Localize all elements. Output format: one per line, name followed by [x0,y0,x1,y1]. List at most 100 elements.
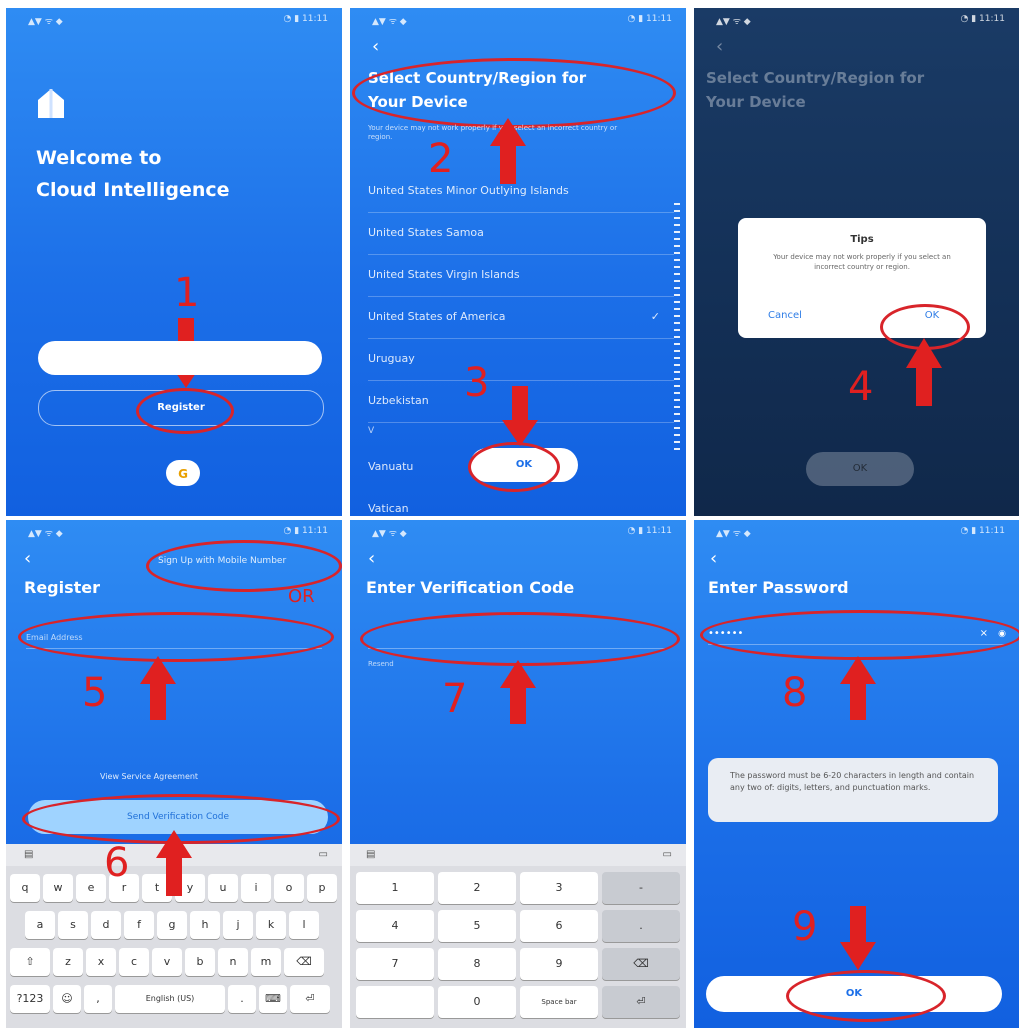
numeric-key[interactable]: 8 [438,948,516,980]
keyboard-key[interactable]: , [84,985,112,1013]
highlight-ellipse [360,612,680,666]
resend-link[interactable]: Resend [368,660,394,668]
emoji-keyboard-icon[interactable]: ▤ [24,844,33,866]
keyboard-key[interactable]: s [58,911,88,939]
up-arrow-icon [500,660,536,724]
numeric-key[interactable]: 7 [356,948,434,980]
register-screen: ▲▼ ᯤ ◆ ◔ ▮ 11:11 ‹ Sign Up with Mobile Nu… [6,520,342,1028]
keyboard-key[interactable]: j [223,911,253,939]
google-login-button[interactable]: G [166,460,200,486]
numeric-key[interactable]: - [602,872,680,904]
numeric-key[interactable]: 4 [356,910,434,942]
keyboard-key[interactable]: m [251,948,281,976]
country-list-item[interactable]: United States Samoa [368,212,674,255]
country-list-item[interactable]: Vatican [368,488,674,516]
numeric-key[interactable]: ⏎ [602,986,680,1018]
keyboard-key[interactable]: ☺ [53,985,81,1013]
numeric-key[interactable]: 5 [438,910,516,942]
country-list-item[interactable]: Uruguay [368,338,674,381]
keyboard-key[interactable]: n [218,948,248,976]
cancel-button[interactable]: Cancel [768,310,802,321]
google-icon: G [178,467,188,481]
keyboard-key[interactable]: English (US) [115,985,225,1013]
keyboard-key[interactable]: l [289,911,319,939]
numeric-key[interactable]: 3 [520,872,598,904]
keyboard-key[interactable]: q [10,874,40,902]
numeric-key[interactable]: 9 [520,948,598,980]
status-bar: ▲▼ ᯤ ◆ ◔ ▮ 11:11 [716,526,1005,539]
country-list-item-selected[interactable]: United States of America ✓ [368,296,674,339]
keyboard-key[interactable]: i [241,874,271,902]
dialog-text: Your device may not work properly if you… [773,253,951,271]
keyboard-key[interactable]: u [208,874,238,902]
back-chevron-icon[interactable]: ‹ [368,548,375,569]
step-number-1: 1 [174,270,200,316]
keyboard-key[interactable]: k [256,911,286,939]
keyboard-key[interactable]: g [157,911,187,939]
keyboard-key[interactable]: h [190,911,220,939]
numeric-key[interactable]: 1 [356,872,434,904]
up-arrow-icon [156,830,192,896]
keyboard-key[interactable]: x [86,948,116,976]
highlight-ellipse [700,610,1019,660]
keyboard-key[interactable]: a [25,911,55,939]
service-agreement-link[interactable]: View Service Agreement [100,772,198,781]
keyboard-key[interactable]: ?123 [10,985,50,1013]
back-chevron-icon[interactable]: ‹ [716,36,723,57]
status-bar: ▲▼ ᯤ ◆ ◔ ▮ 11:11 [372,14,672,27]
down-arrow-icon [502,386,538,446]
numeric-key[interactable] [356,986,434,1018]
numeric-key[interactable]: ⌫ [602,948,680,980]
keyboard-key[interactable]: v [152,948,182,976]
keyboard-key[interactable]: . [228,985,256,1013]
welcome-screen: ▲▼ ᯤ ◆ ◔ ▮ 11:11 Welcome to Cloud Intelli… [6,8,342,516]
verification-code-screen: ▲▼ ᯤ ◆ ◔ ▮ 11:11 ‹ Enter Verification Cod… [350,520,686,1028]
keyboard-key[interactable]: d [91,911,121,939]
gif-icon[interactable]: ▭ [663,844,672,866]
back-chevron-icon[interactable]: ‹ [710,548,717,569]
keyboard-key[interactable]: f [124,911,154,939]
login-button[interactable] [38,341,322,375]
up-arrow-icon [906,338,942,406]
keyboard-key[interactable]: ⇧ [10,948,50,976]
emoji-keyboard-icon[interactable]: ▤ [366,844,375,866]
up-arrow-icon [140,656,176,720]
keyboard-toolbar: ▤ ▭ [350,844,686,866]
keyboard-key[interactable]: p [307,874,337,902]
password-title: Enter Password [708,578,849,597]
numeric-key[interactable]: 0 [438,986,516,1018]
numeric-key[interactable]: . [602,910,680,942]
welcome-title: Welcome to Cloud Intelligence [36,147,230,201]
country-list-item[interactable]: United States Virgin Islands [368,254,674,297]
keyboard-key[interactable]: b [185,948,215,976]
keyboard-key[interactable]: c [119,948,149,976]
highlight-ellipse [136,388,234,434]
tutorial-collage: ▲▼ ᯤ ◆ ◔ ▮ 11:11 Welcome to Cloud Intelli… [0,0,1025,1028]
step-number-7: 7 [442,676,468,722]
step-number-4: 4 [848,364,874,410]
numeric-key[interactable]: 6 [520,910,598,942]
country-list-item[interactable]: United States Minor Outlying Islands [368,170,674,213]
keyboard-key[interactable]: ⌨ [259,985,287,1013]
keyboard-key[interactable]: e [76,874,106,902]
section-letter: V [368,426,375,436]
country-select-screen: ▲▼ ᯤ ◆ ◔ ▮ 11:11 ‹ Select Country/Region … [350,8,686,516]
highlight-ellipse [146,540,342,592]
dimmed-ok-button: OK [806,452,914,486]
numeric-keyboard: ▤ ▭ 1 2 3- 4 5 6. 7 8 9 ⌫ 0 Space bar ⏎ [350,844,686,1028]
status-bar: ▲▼ ᯤ ◆ ◔ ▮ 11:11 [716,14,1005,27]
back-chevron-icon[interactable]: ‹ [24,548,31,569]
gif-icon[interactable]: ▭ [319,844,328,866]
up-arrow-icon [840,656,876,720]
keyboard-key[interactable]: z [53,948,83,976]
back-chevron-icon[interactable]: ‹ [372,36,379,57]
step-number-8: 8 [782,670,808,716]
numeric-key[interactable]: 2 [438,872,516,904]
keyboard-key[interactable]: w [43,874,73,902]
keyboard-key[interactable]: ⌫ [284,948,324,976]
numeric-key[interactable]: Space bar [520,986,598,1018]
alphabet-index-scrollbar[interactable] [674,203,680,453]
keyboard-key[interactable]: ⏎ [290,985,330,1013]
highlight-ellipse [786,970,946,1022]
keyboard-key[interactable]: o [274,874,304,902]
